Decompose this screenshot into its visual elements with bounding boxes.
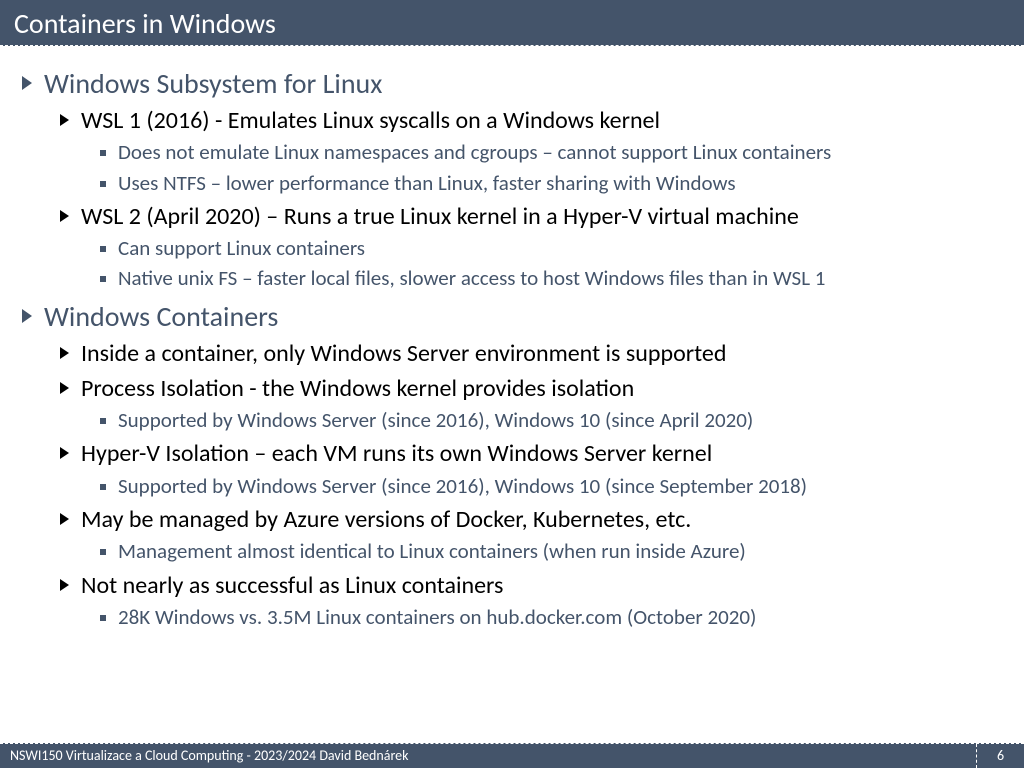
square-icon [100,549,106,555]
bullet-l2: WSL 2 (April 2020) – Runs a true Linux k… [20,201,1004,232]
triangle-icon [60,347,69,359]
bullet-l2: Hyper-V Isolation – each VM runs its own… [20,438,1004,469]
square-icon [100,615,106,621]
slide-title-bar: Containers in Windows [0,0,1024,46]
square-icon [100,276,106,282]
footer-text: NSWI150 Virtualizace a Cloud Computing -… [0,744,976,768]
bullet-l2: Inside a container, only Windows Server … [20,338,1004,369]
bullet-l3: Uses NTFS – lower performance than Linux… [20,169,1004,197]
square-icon [100,150,106,156]
bullet-text: Can support Linux containers [118,234,365,262]
bullet-text: Not nearly as successful as Linux contai… [81,570,503,601]
bullet-text: Supported by Windows Server (since 2016)… [118,406,753,434]
bullet-text: Windows Containers [44,299,278,334]
bullet-l3: Management almost identical to Linux con… [20,537,1004,565]
bullet-text: Windows Subsystem for Linux [44,66,382,101]
slide-title: Containers in Windows [14,6,276,41]
bullet-text: Hyper-V Isolation – each VM runs its own… [81,438,712,469]
bullet-l3: Supported by Windows Server (since 2016)… [20,406,1004,434]
bullet-text: Does not emulate Linux namespaces and cg… [118,138,831,166]
bullet-l1: Windows Containers [20,299,1004,334]
bullet-text: Uses NTFS – lower performance than Linux… [118,169,736,197]
bullet-l3: 28K Windows vs. 3.5M Linux containers on… [20,603,1004,631]
triangle-icon [60,447,69,459]
bullet-text: Supported by Windows Server (since 2016)… [118,472,807,500]
bullet-l2: WSL 1 (2016) - Emulates Linux syscalls o… [20,105,1004,136]
bullet-text: Native unix FS – faster local files, slo… [118,264,825,292]
bullet-l2: May be managed by Azure versions of Dock… [20,504,1004,535]
bullet-l2: Not nearly as successful as Linux contai… [20,570,1004,601]
square-icon [100,418,106,424]
triangle-icon [60,114,69,126]
triangle-icon [60,579,69,591]
bullet-l3: Native unix FS – faster local files, slo… [20,264,1004,292]
page-number: 6 [976,744,1024,768]
bullet-text: Management almost identical to Linux con… [118,537,746,565]
bullet-l3: Can support Linux containers [20,234,1004,262]
triangle-icon [22,309,32,323]
bullet-text: 28K Windows vs. 3.5M Linux containers on… [118,603,756,631]
triangle-icon [60,210,69,222]
triangle-icon [22,76,32,90]
bullet-text: WSL 2 (April 2020) – Runs a true Linux k… [81,201,799,232]
bullet-text: Process Isolation - the Windows kernel p… [81,373,634,404]
square-icon [100,181,106,187]
bullet-l3: Does not emulate Linux namespaces and cg… [20,138,1004,166]
bullet-l1: Windows Subsystem for Linux [20,66,1004,101]
square-icon [100,246,106,252]
bullet-l3: Supported by Windows Server (since 2016)… [20,472,1004,500]
bullet-text: Inside a container, only Windows Server … [81,338,726,369]
triangle-icon [60,513,69,525]
slide-footer: NSWI150 Virtualizace a Cloud Computing -… [0,743,1024,768]
slide-body: Windows Subsystem for Linux WSL 1 (2016)… [0,46,1024,641]
bullet-l2: Process Isolation - the Windows kernel p… [20,373,1004,404]
triangle-icon [60,382,69,394]
bullet-text: WSL 1 (2016) - Emulates Linux syscalls o… [81,105,660,136]
square-icon [100,484,106,490]
bullet-text: May be managed by Azure versions of Dock… [81,504,691,535]
